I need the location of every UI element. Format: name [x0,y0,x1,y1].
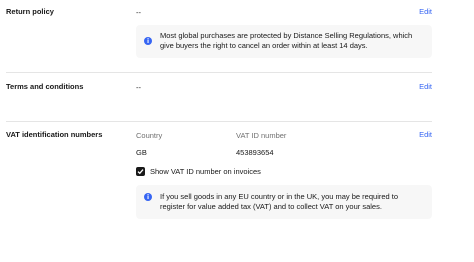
country-value: GB [136,148,147,157]
vat-id-column-header: VAT ID number [236,131,287,140]
info-icon: i [144,37,152,45]
return-policy-info-box: i Most global purchases are protected by… [136,25,432,58]
terms-value: -- [136,83,141,92]
return-policy-title: Return policy [6,7,54,16]
divider [6,72,432,73]
return-policy-edit-link[interactable]: Edit [419,7,432,16]
vat-id-value: 453893654 [236,148,274,157]
vat-info-box: i If you sell goods in any EU country or… [136,185,432,219]
return-policy-value: -- [136,8,141,17]
country-column-header: Country [136,131,163,140]
vat-info-text: If you sell goods in any EU country or i… [160,192,399,211]
vat-edit-link[interactable]: Edit [419,130,432,139]
show-vat-on-invoices-label[interactable]: Show VAT ID number on invoices [150,167,261,176]
return-policy-info-text: Most global purchases are protected by D… [160,31,413,50]
info-icon: i [144,193,152,201]
terms-edit-link[interactable]: Edit [419,82,432,91]
checkmark-icon [137,169,144,175]
vat-title: VAT identification numbers [6,130,103,139]
show-vat-on-invoices-checkbox[interactable] [136,167,145,176]
terms-title: Terms and conditions [6,82,84,91]
divider [6,121,432,122]
